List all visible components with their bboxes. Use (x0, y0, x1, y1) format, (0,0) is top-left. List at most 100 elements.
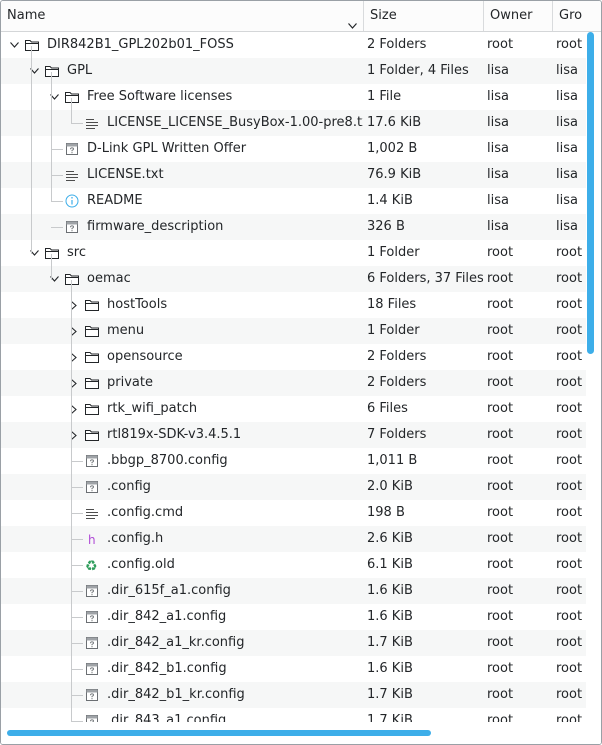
owner-cell: root (487, 713, 514, 722)
group-cell: root (556, 531, 583, 546)
file-row[interactable]: .dir_842_a1_kr.config 1.7 KiB root root (1, 630, 586, 656)
chevron-down-icon[interactable] (27, 240, 41, 266)
folder-icon (84, 323, 100, 339)
vertical-scrollbar-handle[interactable] (587, 32, 594, 354)
size-cell: 1.7 KiB (367, 687, 413, 702)
item-name: .bbgp_8700.config (107, 453, 228, 468)
folder-row[interactable]: opensource 2 Folders root root (1, 344, 586, 370)
name-cell: .dir_615f_a1.config (1, 578, 363, 604)
file-row[interactable]: .dir_615f_a1.config 1.6 KiB root root (1, 578, 586, 604)
name-cell: h .config.h (1, 526, 363, 552)
chevron-right-icon[interactable] (67, 292, 81, 318)
size-cell: 2 Folders (367, 375, 427, 390)
owner-cell: root (487, 375, 514, 390)
chevron-down-icon[interactable] (7, 32, 21, 58)
item-name: LICENSE.txt (87, 167, 164, 182)
file-row[interactable]: .dir_842_b1.config 1.6 KiB root root (1, 656, 586, 682)
folder-row[interactable]: GPL 1 Folder, 4 Files lisa lisa (1, 58, 586, 84)
folder-row[interactable]: Free Software licenses 1 File lisa lisa (1, 84, 586, 110)
owner-cell: lisa (487, 167, 509, 182)
file-row[interactable]: firmware_description 326 B lisa lisa (1, 214, 586, 240)
tree-guide-branch (71, 487, 83, 488)
column-header-group[interactable]: Gro (553, 1, 601, 31)
generic-file-icon (84, 687, 100, 703)
size-cell: 1.7 KiB (367, 713, 413, 722)
tree-guide-line (51, 254, 52, 280)
folder-row[interactable]: oemac 6 Folders, 37 Files root root (1, 266, 586, 292)
group-cell: root (556, 609, 583, 624)
chevron-right-icon[interactable] (67, 370, 81, 396)
file-row[interactable]: LICENSE.txt 76.9 KiB lisa lisa (1, 162, 586, 188)
size-cell: 1.4 KiB (367, 193, 413, 208)
name-cell: .bbgp_8700.config (1, 448, 363, 474)
folder-row[interactable]: private 2 Folders root root (1, 370, 586, 396)
column-header-size[interactable]: Size (364, 1, 484, 31)
size-cell: 2.0 KiB (367, 479, 413, 494)
file-row[interactable]: .dir_843_a1.config 1.7 KiB root root (1, 708, 586, 722)
item-name: menu (107, 323, 145, 338)
name-cell: ♻ .config.old (1, 552, 363, 578)
chevron-right-icon[interactable] (67, 422, 81, 448)
size-cell: 1.6 KiB (367, 583, 413, 598)
generic-file-icon (84, 713, 100, 722)
name-cell: GPL (1, 58, 363, 84)
name-cell: oemac (1, 266, 363, 292)
group-cell: root (556, 453, 583, 468)
c-header-file-icon: h (84, 531, 100, 547)
name-cell: src (1, 240, 363, 266)
file-row[interactable]: .dir_842_b1_kr.config 1.7 KiB root root (1, 682, 586, 708)
generic-file-icon (84, 583, 100, 599)
file-row[interactable]: .dir_842_a1.config 1.6 KiB root root (1, 604, 586, 630)
size-cell: 2 Folders (367, 37, 427, 52)
file-row[interactable]: ♻ .config.old 6.1 KiB root root (1, 552, 586, 578)
chevron-down-icon[interactable] (47, 266, 61, 292)
text-file-icon (84, 115, 100, 131)
column-header-owner[interactable]: Owner (484, 1, 553, 31)
owner-cell: root (487, 323, 514, 338)
group-cell: root (556, 37, 583, 52)
column-header-name[interactable]: Name (1, 1, 364, 31)
text-file-icon (84, 505, 100, 521)
tree-guide-branch (51, 149, 63, 150)
item-name: .config.h (107, 531, 164, 546)
chevron-down-icon[interactable] (47, 84, 61, 110)
folder-row[interactable]: menu 1 Folder root root (1, 318, 586, 344)
tree-guide-branch (51, 227, 63, 228)
group-cell: root (556, 505, 583, 520)
chevron-right-icon[interactable] (67, 344, 81, 370)
column-header-size-label: Size (370, 8, 397, 23)
folder-row[interactable]: rtk_wifi_patch 6 Files root root (1, 396, 586, 422)
folder-row[interactable]: src 1 Folder root root (1, 240, 586, 266)
chevron-down-icon[interactable] (27, 58, 41, 84)
file-row[interactable]: .config.cmd 198 B root root (1, 500, 586, 526)
recycle-file-icon: ♻ (84, 557, 100, 575)
item-name: .config.cmd (107, 505, 184, 520)
folder-icon (84, 401, 100, 417)
sort-chevron-down-icon (348, 12, 357, 29)
file-row[interactable]: h .config.h 2.6 KiB root root (1, 526, 586, 552)
file-row[interactable]: .bbgp_8700.config 1,011 B root root (1, 448, 586, 474)
tree-guide-branch (71, 669, 83, 670)
horizontal-scrollbar-handle[interactable] (7, 730, 431, 736)
item-name: .config.old (107, 557, 175, 572)
file-row[interactable]: .config 2.0 KiB root root (1, 474, 586, 500)
generic-file-icon (84, 609, 100, 625)
generic-file-icon (84, 479, 100, 495)
size-cell: 1 Folder (367, 245, 420, 260)
item-name: .dir_843_a1.config (107, 713, 227, 722)
owner-cell: root (487, 427, 514, 442)
file-row[interactable]: D-Link GPL Written Offer 1,002 B lisa lisa (1, 136, 586, 162)
file-row[interactable]: LICENSE_LICENSE_BusyBox-1.00-pre8.txt 17.… (1, 110, 586, 136)
chevron-right-icon[interactable] (67, 318, 81, 344)
folder-row[interactable]: hostTools 18 Files root root (1, 292, 586, 318)
item-name: hostTools (107, 297, 168, 312)
tree-guide-branch (71, 591, 83, 592)
name-cell: private (1, 370, 363, 396)
chevron-right-icon[interactable] (67, 396, 81, 422)
tree-guide-line (71, 98, 72, 123)
column-header-bar: Name Size Owner Gro (1, 1, 601, 32)
folder-row[interactable]: rtl819x-SDK-v3.4.5.1 7 Folders root root (1, 422, 586, 448)
folder-row[interactable]: DIR842B1_GPL202b01_FOSS 2 Folders root root (1, 32, 586, 58)
file-row[interactable]: README 1.4 KiB lisa lisa (1, 188, 586, 214)
column-header-owner-label: Owner (490, 8, 533, 23)
